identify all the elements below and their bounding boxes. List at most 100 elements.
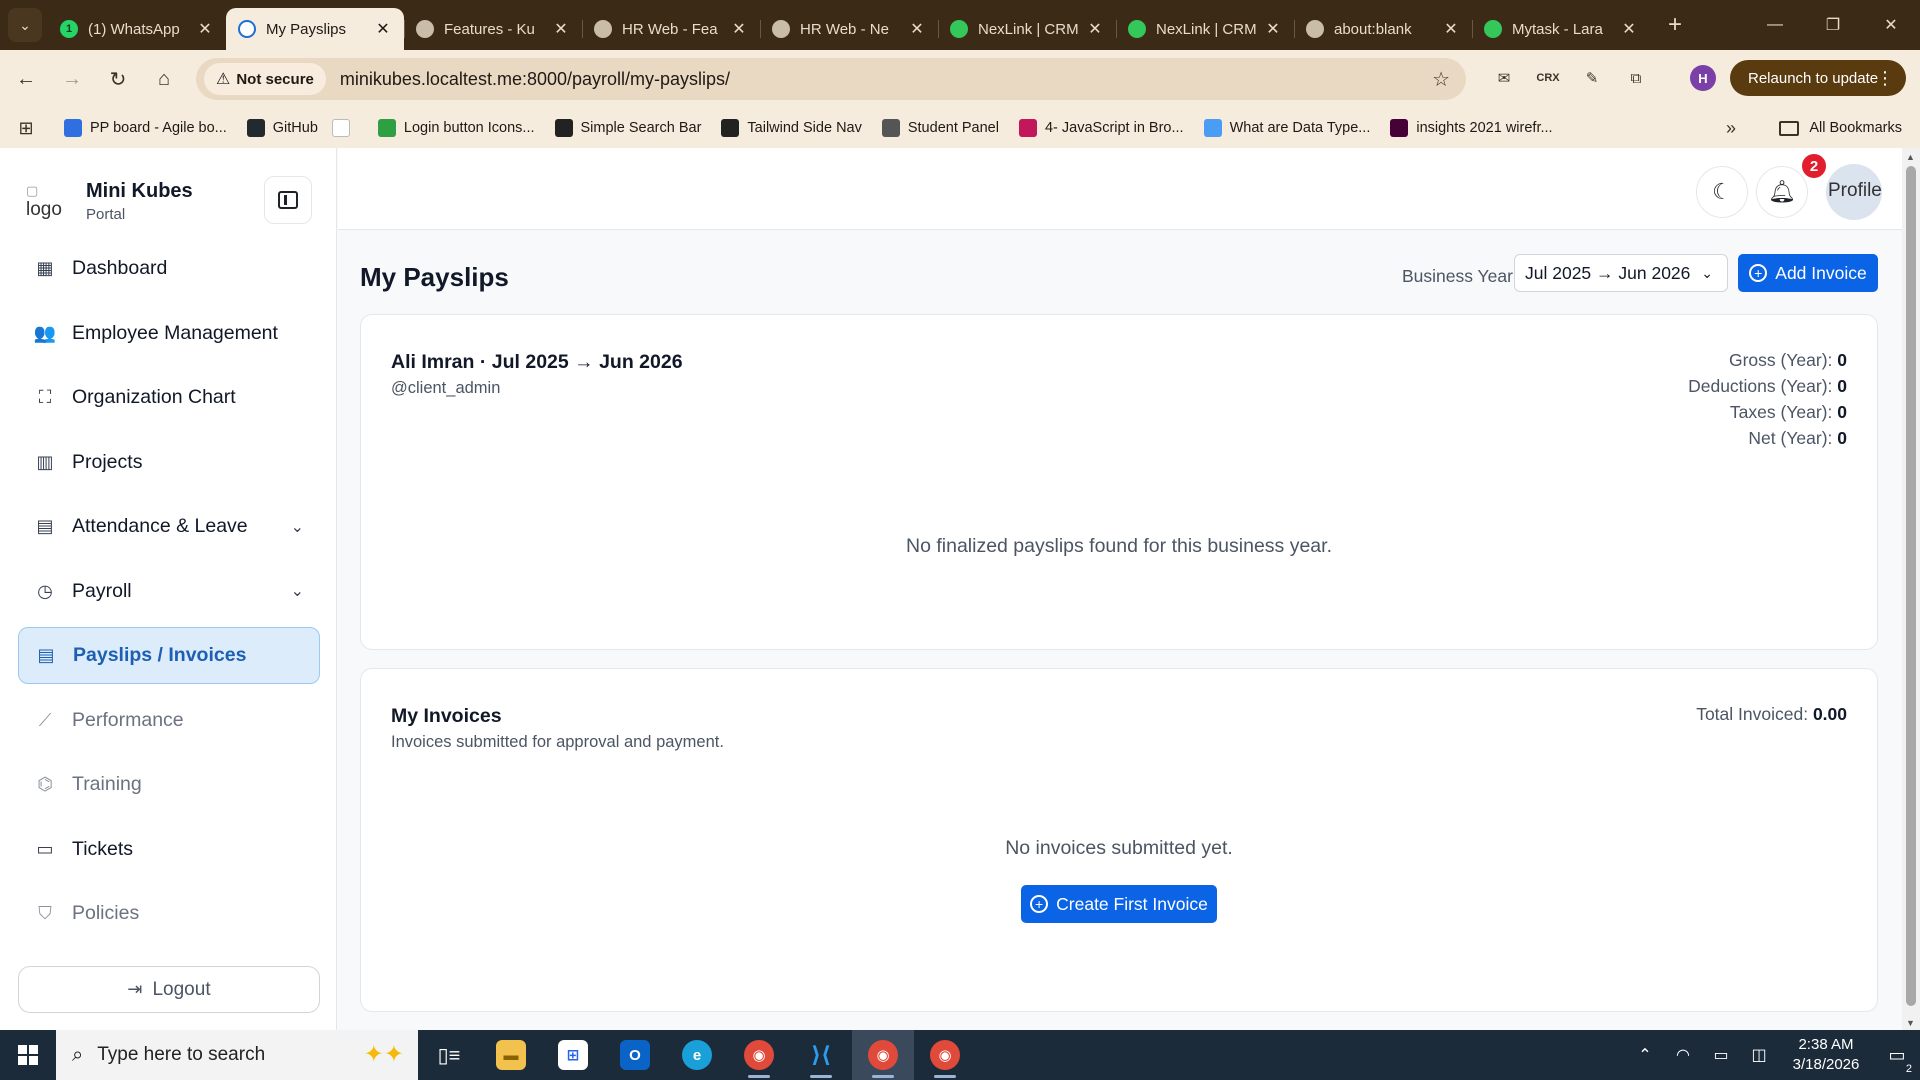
store-button[interactable]: ⊞ [542,1030,604,1080]
chevron-up-icon[interactable]: ⌃ [1626,1045,1664,1065]
new-tab-button[interactable]: + [1660,11,1690,39]
vscode-button[interactable]: ⟩⟨ [790,1030,852,1080]
puzzle-extensions-icon[interactable]: ⧉ [1622,64,1650,92]
close-icon[interactable]: ✕ [1442,19,1460,39]
site-info-chip[interactable]: ⚠ Not secure [204,63,326,95]
create-first-invoice-button[interactable]: + Create First Invoice [1021,885,1217,923]
relaunch-button[interactable]: Relaunch to update ⋮ [1730,60,1906,96]
sidebar-collapse-button[interactable] [264,176,312,224]
close-icon[interactable]: ✕ [196,19,214,39]
sidebar-item-projects[interactable]: ▥ Projects [18,434,320,491]
browser-tab[interactable]: HR Web - Ne ✕ [760,8,938,50]
browser-tab[interactable]: 1 (1) WhatsApp ✕ [48,8,226,50]
bookmark-item[interactable]: PP board - Agile bo... [64,119,227,137]
bookmark-item[interactable]: insights 2021 wirefr... [1390,119,1553,137]
back-button[interactable]: ← [6,59,46,99]
browser-tab[interactable]: NexLink | CRM ✕ [938,8,1116,50]
scroll-up-icon[interactable]: ▲ [1906,152,1915,162]
address-bar[interactable]: ⚠ Not secure minikubes.localtest.me:8000… [196,58,1466,100]
browser-tab[interactable]: about:blank ✕ [1294,8,1472,50]
bookmark-item[interactable]: What are Data Type... [1203,119,1370,137]
start-button[interactable] [0,1030,56,1080]
action-center-button[interactable]: ▭ 2 [1874,1045,1920,1075]
sidebar-item-payslips-invoices[interactable]: ▤ Payslips / Invoices [18,627,320,684]
bookmark-item[interactable] [331,119,358,137]
sidebar-item-organization-chart[interactable]: ⛶ Organization Chart [18,369,320,426]
business-year-select[interactable]: Jul 2025 → Jun 2026 ⌄ [1514,254,1728,292]
task-view-button[interactable]: ▯≡ [418,1030,480,1080]
reload-button[interactable]: ↻ [98,59,138,99]
logout-button[interactable]: ⇥ Logout [18,966,320,1013]
mail-extension-icon[interactable]: ✉ [1490,64,1518,92]
sidebar-item-performance[interactable]: ⟋ Performance [18,692,320,749]
scroll-down-icon[interactable]: ▼ [1906,1018,1915,1028]
close-icon[interactable]: ✕ [730,19,748,39]
sidebar-item-payroll[interactable]: ◷ Payroll ⌄ [18,563,320,620]
taskbar-clock[interactable]: 2:38 AM 3/18/2026 [1778,1035,1874,1075]
profile-avatar[interactable]: Profile [1826,164,1882,220]
sidebar-item-employee-management[interactable]: 👥 Employee Management [18,305,320,362]
bookmark-item[interactable]: GitHub [246,119,318,137]
eyedropper-extension-icon[interactable]: ✎ [1578,64,1606,92]
browser-tab[interactable]: NexLink | CRM ✕ [1116,8,1294,50]
bookmark-item[interactable]: 4- JavaScript in Bro... [1018,119,1184,137]
close-icon[interactable]: ✕ [908,19,926,39]
tab-strip: 1 (1) WhatsApp ✕ My Payslips ✕ Features - Ku ✕… [48,0,1650,50]
notifications-button[interactable]: 🔔︎ [1756,166,1808,218]
add-invoice-button[interactable]: + Add Invoice [1738,254,1878,292]
reload-icon: ↻ [109,68,127,91]
bookmark-item[interactable]: Simple Search Bar [554,119,701,137]
sidebar-item-attendance-leave[interactable]: ▤ Attendance & Leave ⌄ [18,498,320,555]
double-chevron-right-icon[interactable]: » [1726,118,1736,139]
close-icon[interactable]: ✕ [552,19,570,39]
sidebar-item-policies[interactable]: ⛉ Policies [18,885,320,942]
outlook-button[interactable]: O [604,1030,666,1080]
close-icon[interactable]: ✕ [1862,0,1920,50]
crx-extension-icon[interactable]: CRX [1534,64,1562,92]
close-icon[interactable]: ✕ [1620,19,1638,39]
tab-search-button[interactable]: ⌄ [8,8,42,42]
sparkle-icon: ✦✦ [363,1041,404,1068]
minimize-icon[interactable]: — [1746,0,1804,50]
bookmark-item[interactable]: Tailwind Side Nav [721,119,862,137]
apps-grid-icon[interactable]: ⊞ [8,118,44,139]
brand[interactable]: ▢ logo Mini Kubes Portal [24,176,193,226]
tab-title: (1) WhatsApp [88,20,180,38]
chrome-profile-h-button[interactable]: ◉ [852,1030,914,1080]
bookmark-item[interactable]: Student Panel [881,119,999,137]
volume-icon[interactable]: ◫ [1740,1045,1778,1065]
battery-icon[interactable]: ▭ [1702,1045,1740,1065]
chrome-profile-a-button[interactable]: ◉ [914,1030,976,1080]
year-total-value: 0 [1837,402,1847,422]
edge-button[interactable]: e [666,1030,728,1080]
home-button[interactable]: ⌂ [144,59,184,99]
sidebar-item-dashboard[interactable]: ▦ Dashboard [18,240,320,297]
taskbar-search[interactable]: ⌕ Type here to search ✦✦ [56,1030,418,1080]
chrome-button[interactable]: ◉ [728,1030,790,1080]
sidebar-item-training[interactable]: ⌬ Training [18,756,320,813]
close-icon[interactable]: ✕ [374,19,392,39]
close-icon[interactable]: ✕ [1264,19,1282,39]
browser-tab[interactable]: Features - Ku ✕ [404,8,582,50]
chevron-down-icon[interactable]: ⌄ [291,517,304,537]
chevron-down-icon[interactable]: ⌄ [291,581,304,601]
file-explorer-button[interactable]: ▬ [480,1030,542,1080]
forward-button[interactable]: → [52,59,92,99]
sidebar-item-tickets[interactable]: ▭ Tickets [18,821,320,878]
restore-icon[interactable]: ❐ [1804,0,1862,50]
browser-tab[interactable]: My Payslips ✕ [226,8,404,50]
bookmark-item[interactable]: Login button Icons... [377,119,535,137]
scrollbar-thumb[interactable] [1906,166,1916,1006]
browser-tab[interactable]: Mytask - Lara ✕ [1472,8,1650,50]
page-scrollbar[interactable]: ▲ ▼ [1902,148,1920,1030]
browser-profile-avatar[interactable]: H [1690,65,1716,91]
theme-toggle-button[interactable]: ☾ [1696,166,1748,218]
url-text[interactable]: minikubes.localtest.me:8000/payroll/my-p… [340,69,730,90]
sidebar-item-label: Payslips / Invoices [73,644,247,666]
kebab-menu-icon[interactable]: ⋮ [1876,68,1894,89]
bookmark-star-icon[interactable]: ☆ [1432,67,1450,92]
browser-tab[interactable]: HR Web - Fea ✕ [582,8,760,50]
close-icon[interactable]: ✕ [1086,19,1104,39]
all-bookmarks-button[interactable]: All Bookmarks [1779,120,1902,136]
network-icon[interactable]: ◠ [1664,1045,1702,1065]
